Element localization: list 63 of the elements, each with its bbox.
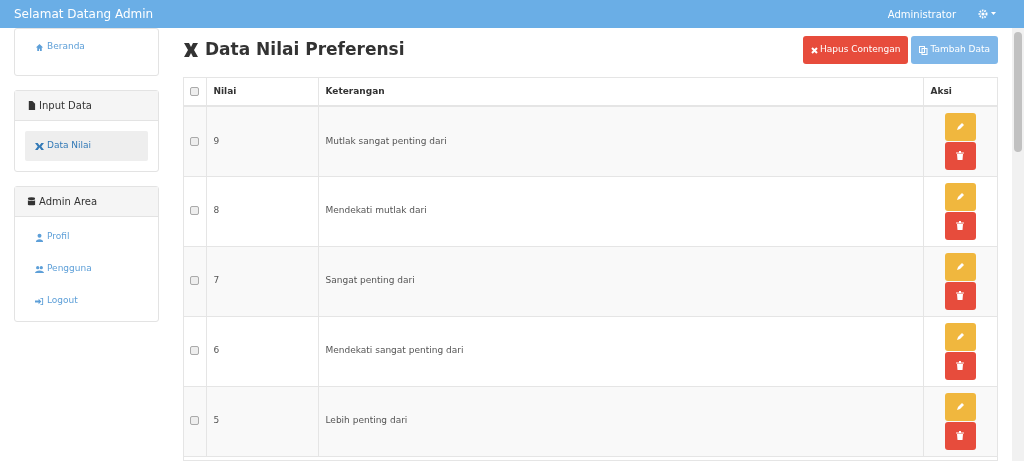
delete-button[interactable] — [944, 421, 976, 450]
home-icon — [35, 42, 44, 52]
table-cell: 8 — [213, 205, 220, 216]
table-cell: Lebih penting dari — [325, 415, 408, 426]
table-cell: Mendekati sangat penting dari — [325, 345, 464, 356]
close-icon — [810, 46, 818, 54]
cross-icon — [35, 141, 44, 151]
checkbox[interactable] — [190, 136, 200, 146]
sidebar-link[interactable]: Logout — [25, 291, 148, 311]
delete-button[interactable] — [944, 141, 976, 170]
add-button[interactable]: Tambah Data — [911, 36, 998, 64]
pencil-icon — [955, 262, 965, 271]
edit-button[interactable] — [944, 252, 976, 281]
checkbox[interactable] — [190, 416, 200, 426]
page-icon — [183, 42, 199, 58]
database-icon — [27, 197, 36, 206]
checkbox[interactable] — [190, 86, 200, 96]
table-cell: Mutlak sangat penting dari — [325, 135, 447, 146]
page-title: Data Nilai Preferensi — [205, 38, 405, 62]
users-icon — [35, 264, 44, 274]
trash-icon — [956, 291, 965, 300]
pencil-icon — [955, 332, 965, 341]
column-header: Aksi — [930, 85, 952, 96]
edit-button[interactable] — [944, 112, 976, 141]
table-cell: Sangat penting dari — [325, 275, 415, 286]
sidebar-link[interactable]: Data Nilai — [25, 131, 148, 161]
user-menu[interactable]: Administrator — [887, 6, 956, 22]
trash-icon — [956, 431, 965, 440]
pencil-icon — [955, 122, 965, 132]
delete-button[interactable] — [944, 211, 976, 240]
copy-icon — [919, 45, 929, 55]
trash-icon — [956, 361, 965, 370]
trash-icon — [956, 221, 965, 230]
edit-button[interactable] — [944, 182, 976, 211]
checkbox[interactable] — [190, 346, 200, 356]
sidebar-link[interactable]: Beranda — [25, 37, 148, 57]
panel-title: Admin Area — [39, 195, 98, 209]
trash-icon — [956, 151, 965, 161]
file-icon — [27, 101, 36, 110]
table-cell: 9 — [213, 135, 220, 146]
pencil-icon — [955, 402, 965, 411]
checkbox[interactable] — [190, 206, 200, 216]
table-cell: 6 — [213, 345, 220, 356]
login-icon — [35, 296, 44, 306]
column-header: Keterangan — [325, 85, 385, 96]
sidebar-link[interactable]: Profil — [25, 227, 148, 247]
table-cell: 7 — [213, 275, 220, 286]
user-icon — [35, 232, 44, 242]
panel-title: Input Data — [39, 99, 92, 113]
checkbox[interactable] — [190, 276, 200, 286]
table-cell: Mendekati mutlak dari — [325, 205, 427, 216]
settings-icon[interactable] — [978, 9, 996, 19]
edit-button[interactable] — [944, 322, 976, 351]
sidebar-link[interactable]: Pengguna — [25, 259, 148, 279]
table-cell: 5 — [213, 415, 220, 426]
column-header: Nilai — [213, 85, 237, 96]
delete-button[interactable] — [944, 351, 976, 380]
delete-button[interactable] — [944, 281, 976, 310]
edit-button[interactable] — [944, 392, 976, 421]
pencil-icon — [955, 192, 965, 201]
scrollbar[interactable] — [1012, 28, 1024, 461]
brand-title[interactable]: Selamat Datang Admin — [14, 5, 154, 23]
delete-button[interactable]: Hapus Contengan — [802, 36, 909, 64]
